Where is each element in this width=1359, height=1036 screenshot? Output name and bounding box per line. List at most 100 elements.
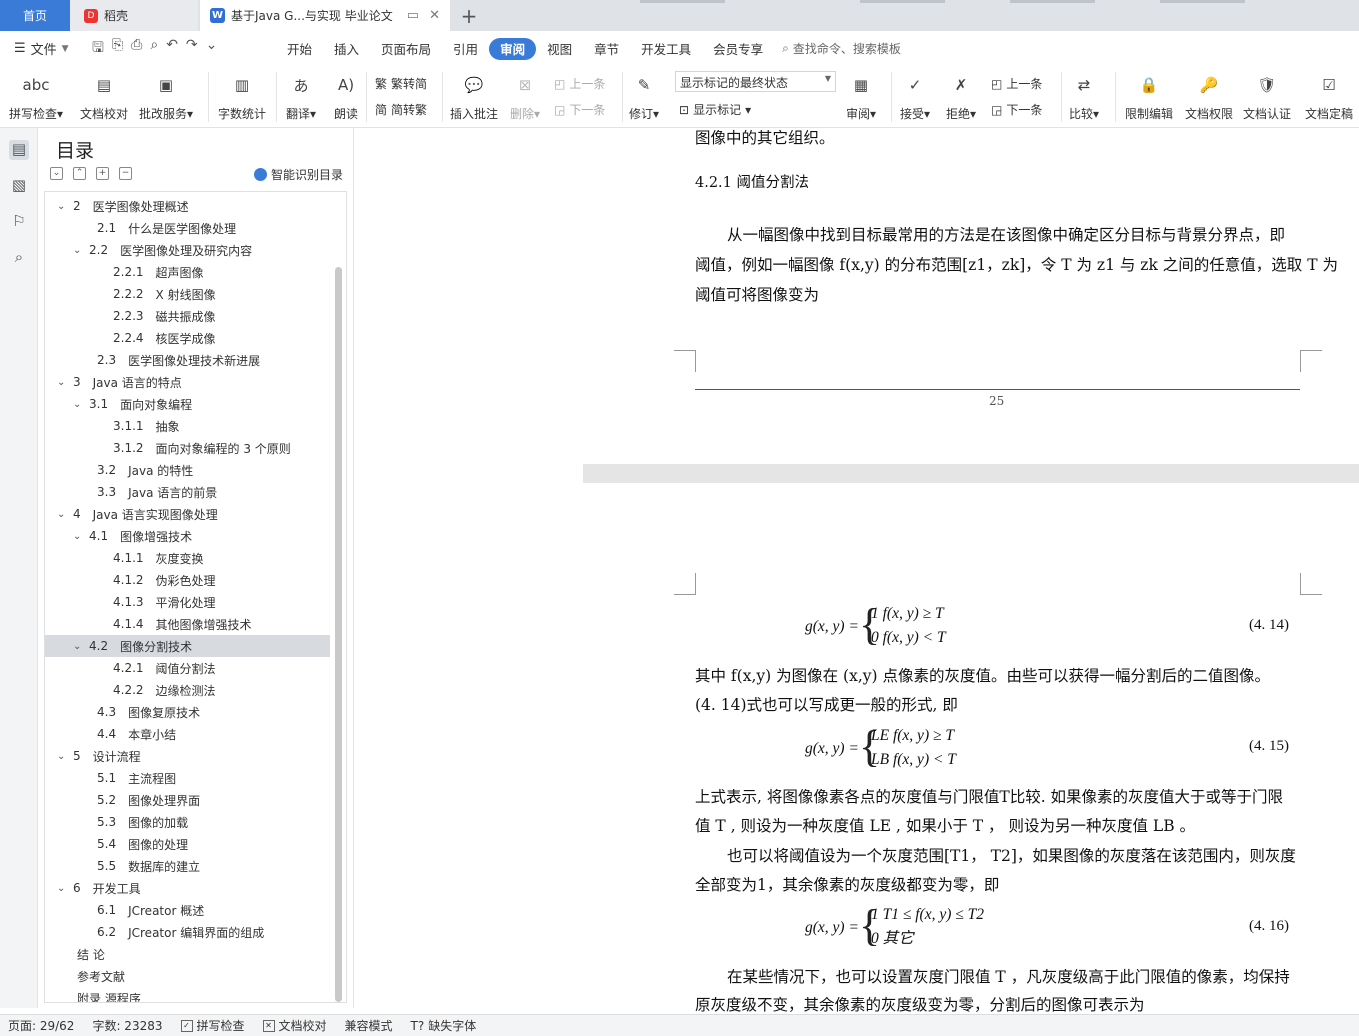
word-count-indicator[interactable]: 字数: 23283 [92,1017,162,1034]
toc-item[interactable]: 3.3 Java 语言的前景 [45,481,330,503]
print-icon[interactable]: ⎙ [131,37,142,61]
doc-finalize-button[interactable]: ☑ 文档定稿 [1305,70,1353,122]
toc-scrollbar[interactable] [335,267,342,1002]
chapter-nav-icon[interactable]: ▧ [9,176,29,196]
insert-comment-button[interactable]: 💬 插入批注 [450,70,498,122]
batch-service-button[interactable]: ▣ 批改服务▾ [139,70,193,122]
toc-item[interactable]: ⌄ 3.1 面向对象编程 [45,393,330,415]
restrict-edit-button[interactable]: 🔒 限制编辑 [1125,70,1173,122]
doc-proofread-button[interactable]: ▤ 文档校对 [80,70,128,122]
command-search[interactable]: ⌕ 查找命令、搜索模板 [782,40,901,57]
undo-icon[interactable]: ↶ [166,37,178,61]
spell-check-button[interactable]: abc 拼写检查▾ [9,70,63,122]
review-pane-button[interactable]: ▦ 审阅▾ [846,70,876,122]
print-preview-icon[interactable]: ⌕ [150,37,158,61]
export-pdf-icon[interactable]: ⎘ [112,37,123,61]
toc-item[interactable]: 6.2 JCreator 编辑界面的组成 [45,921,330,943]
close-tab-icon[interactable]: ✕ [429,8,440,23]
chevron-down-icon[interactable]: ⌄ [57,509,69,520]
delete-comment-button[interactable]: ⊠ 删除▾ [510,70,540,122]
compare-button[interactable]: ⇄ 比较▾ [1069,70,1099,122]
toc-item[interactable]: 2.2.3 磁共振成像 [45,305,330,327]
menu-view[interactable]: 视图 [536,38,583,60]
doc-certify-button[interactable]: 🛡 文档认证 [1243,70,1291,122]
window-restore-icon[interactable]: ▭ [407,8,419,23]
track-changes-button[interactable]: ✎ 修订▾ [629,70,659,122]
tab-daoke[interactable]: D 稻壳 [70,0,198,31]
toc-item[interactable]: 3.1.1 抽象 [45,415,330,437]
smart-toc-button[interactable]: 智能识别目录 [253,166,343,183]
search-icon[interactable]: ⌕ [9,248,29,268]
toc-item[interactable]: 4.1.4 其他图像增强技术 [45,613,330,635]
toc-item[interactable]: 参考文献 [45,965,330,987]
translate-button[interactable]: あ翻译▾ [286,70,316,122]
toc-item[interactable]: 4.2.2 边缘检测法 [45,679,330,701]
doc-permission-button[interactable]: 🔑 文档权限 [1185,70,1233,122]
menu-start[interactable]: 开始 [276,38,323,60]
word-count-button[interactable]: ▥ 字数统计 [218,70,266,122]
read-aloud-button[interactable]: A) 朗读 [331,70,361,122]
menu-insert[interactable]: 插入 [323,38,370,60]
new-tab-button[interactable]: + [456,0,482,31]
show-marks-button[interactable]: ⊡ 显示标记 ▾ [679,101,751,118]
toc-item[interactable]: 结 论 [45,943,330,965]
menu-review[interactable]: 审阅 [489,37,537,60]
menu-reference[interactable]: 引用 [442,38,489,60]
toc-item[interactable]: 附录 源程序 [45,987,330,1003]
expand-all-icon[interactable]: ⌄ [50,167,63,180]
toc-item[interactable]: ⌄ 4 Java 语言实现图像处理 [45,503,330,525]
prev-change-button[interactable]: ◰ 上一条 [991,75,1042,92]
chevron-down-icon[interactable]: ⌄ [57,201,69,212]
chevron-down-icon[interactable]: ⌄ [57,883,69,894]
toc-item[interactable]: 2.2.4 核医学成像 [45,327,330,349]
toc-item[interactable]: 4.4 本章小结 [45,723,330,745]
toc-item[interactable]: 3.2 Java 的特性 [45,459,330,481]
toc-item[interactable]: 6.1 JCreator 概述 [45,899,330,921]
toc-item[interactable]: ⌄ 3 Java 语言的特点 [45,371,330,393]
tab-document[interactable]: W 基于Java G...与实现 毕业论文 ▭ ✕ [200,0,450,31]
menu-developer[interactable]: 开发工具 [630,38,702,60]
chevron-down-icon[interactable]: ⌄ [73,245,85,256]
trad-to-simp-button[interactable]: 繁繁转简 [375,75,427,92]
chevron-down-icon[interactable]: ⌄ [73,399,85,410]
toc-item[interactable]: 2.3 医学图像处理技术新进展 [45,349,330,371]
chevron-down-icon[interactable]: ⌄ [57,751,69,762]
file-menu[interactable]: ☰ 文件 ▼ [0,39,86,58]
more-chevron-icon[interactable]: ⌄ [206,37,218,61]
accept-button[interactable]: ✓ 接受▾ [900,70,930,122]
tab-home[interactable]: 首页 [0,0,70,31]
collapse-all-icon[interactable]: ⌃ [73,167,86,180]
display-state-select[interactable]: 显示标记的最终状态 ▼ [675,71,836,92]
toc-item[interactable]: 5.3 图像的加载 [45,811,330,833]
toc-item[interactable]: ⌄ 4.1 图像增强技术 [45,525,330,547]
menu-page-layout[interactable]: 页面布局 [370,38,442,60]
toc-item[interactable]: 4.3 图像复原技术 [45,701,330,723]
toc-item[interactable]: 2.2.1 超声图像 [45,261,330,283]
toc-item[interactable]: ⌄ 2 医学图像处理概述 [45,195,330,217]
menu-member[interactable]: 会员专享 [702,38,774,60]
reject-button[interactable]: ✗ 拒绝▾ [946,70,976,122]
toc-item[interactable]: ⌄ 6 开发工具 [45,877,330,899]
toc-item[interactable]: 4.1.3 平滑化处理 [45,591,330,613]
toc-item[interactable]: 4.1.1 灰度变换 [45,547,330,569]
toc-panel-icon[interactable]: ▤ [9,140,29,160]
proofread-toggle[interactable]: ✕ 文档校对 [262,1017,327,1034]
add-heading-icon[interactable]: + [96,167,109,180]
chevron-down-icon[interactable]: ⌄ [73,641,85,652]
toc-item[interactable]: 5.5 数据库的建立 [45,855,330,877]
menu-section[interactable]: 章节 [583,38,630,60]
prev-comment-button[interactable]: ◰ 上一条 [554,75,605,92]
spell-check-toggle[interactable]: ✓ 拼写检查 [180,1017,245,1034]
remove-heading-icon[interactable]: − [119,167,132,180]
chevron-down-icon[interactable]: ⌄ [73,531,85,542]
toc-item[interactable]: 4.2.1 阈值分割法 [45,657,330,679]
toc-item[interactable]: 5.1 主流程图 [45,767,330,789]
page-indicator[interactable]: 页面: 29/62 [8,1017,74,1034]
simp-to-trad-button[interactable]: 简简转繁 [375,101,427,118]
toc-item[interactable]: ⌄ 4.2 图像分割技术 [45,635,330,657]
toc-item[interactable]: 5.2 图像处理界面 [45,789,330,811]
save-icon[interactable]: 🖫 [92,37,104,61]
toc-item[interactable]: 3.1.2 面向对象编程的 3 个原则 [45,437,330,459]
next-comment-button[interactable]: ◲ 下一条 [554,101,605,118]
next-change-button[interactable]: ◲ 下一条 [991,101,1042,118]
